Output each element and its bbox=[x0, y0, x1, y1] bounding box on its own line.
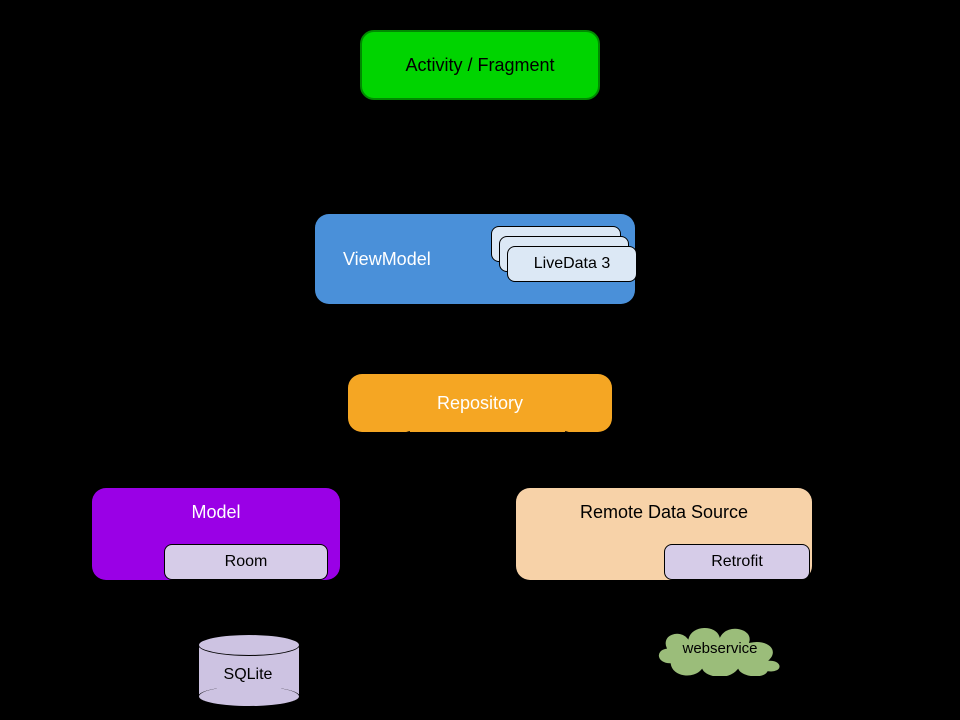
viewmodel-box: ViewModel LiveData 3 bbox=[315, 214, 635, 304]
viewmodel-label: ViewModel bbox=[343, 249, 431, 270]
remote-box: Remote Data Source Retrofit bbox=[516, 488, 812, 580]
retrofit-label: Retrofit bbox=[711, 553, 763, 571]
arrow-model-sqlite bbox=[244, 580, 252, 634]
livedata-label: LiveData 3 bbox=[534, 255, 611, 273]
model-label: Model bbox=[191, 502, 240, 523]
room-card: Room bbox=[164, 544, 328, 580]
room-label: Room bbox=[225, 553, 268, 571]
arrow-viewmodel-repository bbox=[476, 304, 484, 374]
sqlite-label: SQLite bbox=[198, 666, 298, 684]
activity-box: Activity / Fragment bbox=[360, 30, 600, 100]
remote-label: Remote Data Source bbox=[580, 502, 748, 523]
activity-label: Activity / Fragment bbox=[405, 55, 554, 76]
webservice-cloud: webservice bbox=[650, 620, 790, 676]
arrow-activity-viewmodel bbox=[476, 100, 484, 214]
repository-box: Repository bbox=[348, 374, 612, 432]
model-box: Model Room bbox=[92, 488, 340, 580]
livedata-card-front: LiveData 3 bbox=[507, 246, 637, 282]
webservice-label: webservice bbox=[650, 640, 790, 657]
retrofit-card: Retrofit bbox=[664, 544, 810, 580]
repository-label: Repository bbox=[437, 393, 523, 414]
sqlite-cylinder: SQLite bbox=[198, 634, 298, 706]
